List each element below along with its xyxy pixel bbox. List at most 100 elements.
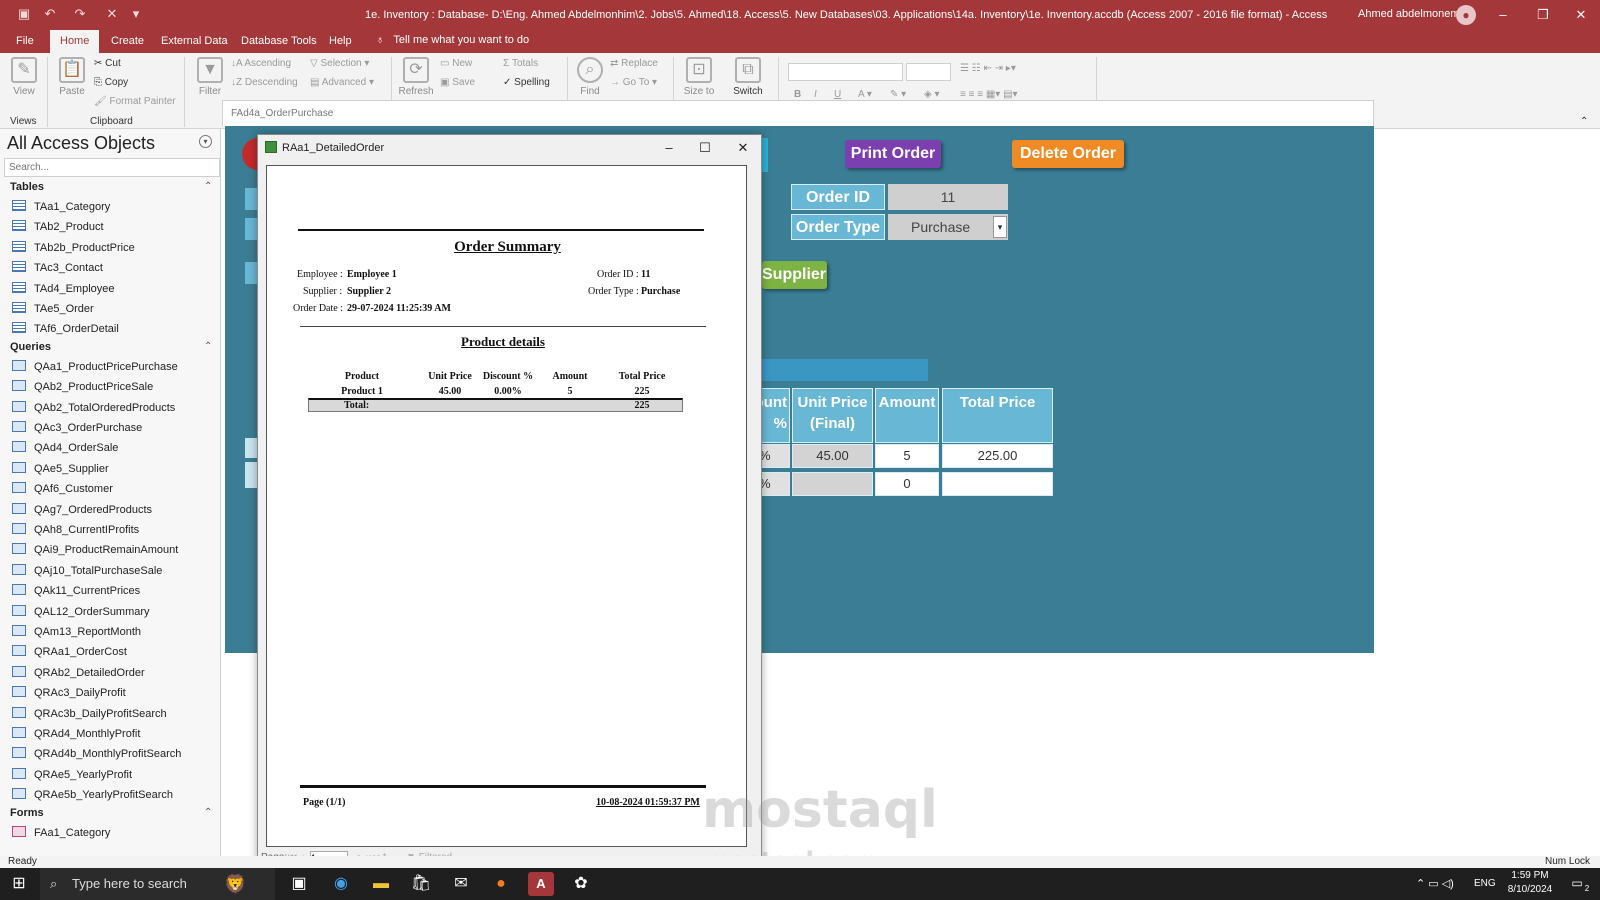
access-app-icon[interactable]: A [528,872,554,896]
delete-order-button[interactable]: Delete Order [1012,140,1124,168]
nav-item-query[interactable]: QAf6_Customer [12,482,113,500]
nav-section-form[interactable]: Forms [10,807,44,819]
clock-date[interactable]: 8/10/2024 [1500,884,1560,895]
minimize-button[interactable]: – [1488,5,1518,25]
nav-section-query[interactable]: Queries [10,341,51,353]
tab-help[interactable]: Help [319,30,362,53]
nav-item-table[interactable]: TAe5_Order [12,302,94,320]
tab-home[interactable]: Home [50,30,100,53]
nav-item-query[interactable]: QAe5_Supplier [12,461,109,480]
tab-external-data[interactable]: External Data [151,30,238,53]
nav-item-query[interactable]: QAk11_CurrentPrices [12,584,140,602]
row2-amount[interactable]: 0 [875,472,939,496]
row1-amount[interactable]: 5 [875,444,939,468]
clock-time[interactable]: 1:59 PM [1500,870,1560,881]
descending-button[interactable]: ↓Z Descending [231,77,298,88]
order-type-select[interactable]: Purchase [888,214,1008,240]
nav-item-query[interactable]: QRAd4b_MonthlyProfitSearch [12,747,181,765]
font-size-box[interactable] [906,63,951,81]
find-button[interactable]: ⌕ Find [568,57,612,97]
ascending-button[interactable]: ↓A Ascending [231,58,291,69]
italic-icon[interactable]: I [814,89,817,100]
nav-item-query[interactable]: QRAc3b_DailyProfitSearch [12,706,167,725]
nav-item-query[interactable]: QAj10_TotalPurchaseSale [12,563,162,582]
order-id-field[interactable]: 11 [888,184,1008,210]
mail-icon[interactable]: ✉ [448,872,474,896]
chevron-down-icon[interactable]: ▾ [993,216,1007,238]
tell-me-box[interactable]: ♁ Tell me what you want to do [376,34,529,46]
row1-unit-price[interactable]: 45.00 [792,444,873,468]
size-to-button[interactable]: ⊡ Size to [677,57,721,97]
nav-item-query[interactable]: QAm13_ReportMonth [12,625,141,643]
nav-item-query[interactable]: QRAe5_YearlyProfit [12,767,132,786]
bold-icon[interactable]: B [794,89,801,100]
selection-button[interactable]: ▽ Selection ▾ [310,58,369,69]
goto-button[interactable]: → Go To ▾ [610,77,657,88]
edge-icon[interactable]: ◉ [328,872,354,896]
replace-button[interactable]: ⇄ Replace [610,58,658,69]
supplier-button[interactable]: Supplier [762,261,827,289]
nav-item-query[interactable]: QRAc3_DailyProfit [12,686,126,704]
nav-item-query[interactable]: QAg7_OrderedProducts [12,502,152,521]
font-color-icon[interactable]: A ▾ [858,89,872,100]
switch-windows-button[interactable]: ⧉ Switch [726,57,770,97]
advanced-button[interactable]: ▤ Advanced ▾ [310,77,374,88]
tab-create[interactable]: Create [101,30,154,53]
nav-item-query[interactable]: QAb2_TotalOrderedProducts [12,400,175,419]
nav-item-query[interactable]: QRAd4_MonthlyProfit [12,727,140,745]
new-record-button[interactable]: ▭ New [440,58,472,69]
row1-total[interactable]: 225.00 [942,444,1053,468]
close-button[interactable]: ✕ [731,138,755,158]
bullets-icon[interactable]: ☰ ☷ ⇤ ⇥ ▸▾ [960,63,1016,74]
customize-qat-icon[interactable]: ▾ [128,6,144,22]
firefox-icon[interactable]: ● [488,872,514,896]
save-record-button[interactable]: ▣ Save [440,77,475,88]
filter-button[interactable]: ▼ Filter [188,57,232,97]
restore-button[interactable]: ❐ [1528,5,1558,25]
task-view-icon[interactable]: ▣ [286,872,312,896]
nav-item-query[interactable]: QRAe5b_YearlyProfitSearch [12,788,173,806]
fill-color-icon[interactable]: ◈ ▾ [924,89,940,100]
avatar[interactable]: ● [1456,5,1476,25]
nav-menu-icon[interactable]: ▾ [199,135,212,148]
save-icon[interactable]: ▣ [16,6,32,22]
file-explorer-icon[interactable]: ▬ [368,872,394,896]
collapse-section-icon[interactable]: ⌃ [204,807,212,818]
nav-item-table[interactable]: TAb2_Product [12,220,104,238]
collapse-section-icon[interactable]: ⌃ [204,181,212,192]
tab-database-tools[interactable]: Database Tools [231,30,327,53]
nav-item-query[interactable]: QRAa1_OrderCost [12,645,127,663]
close-x-icon[interactable]: ✕ [104,6,120,22]
form-window-title[interactable]: FAd4a_OrderPurchase [222,100,1374,126]
nav-item-query[interactable]: QAh8_CurrentIProfits [12,523,139,541]
refresh-button[interactable]: ⟳ Refresh [394,57,438,97]
nav-item-query[interactable]: QAb2_ProductPriceSale [12,380,153,398]
copy-button[interactable]: ⎘ Copy [94,77,128,88]
tab-file[interactable]: File [6,30,44,53]
maximize-button[interactable]: ☐ [693,138,717,158]
nav-item-table[interactable]: TAc3_Contact [12,261,103,279]
nav-item-query[interactable]: QAL12_OrderSummary [12,604,150,623]
nav-item-query[interactable]: QRAb2_DetailedOrder [12,665,145,684]
row2-unit-price[interactable] [792,472,873,496]
print-order-button[interactable]: Print Order [845,140,941,168]
tray-icons[interactable]: ⌃ ▭ ◁) [1416,877,1454,890]
highlight-icon[interactable]: ✎ ▾ [890,89,906,100]
paste-button[interactable]: 📋 Paste [50,57,94,97]
taskbar-search[interactable]: ⌕ Type here to search 🦁 [40,868,275,900]
nav-item-table[interactable]: TAd4_Employee [12,281,115,300]
totals-button[interactable]: Σ Totals [503,58,538,69]
user-name[interactable]: Ahmed abdelmonem [1358,8,1460,20]
app-icon[interactable]: ✿ [568,872,594,896]
nav-item-table[interactable]: TAa1_Category [12,200,110,218]
nav-item-query[interactable]: QAi9_ProductRemainAmount [12,543,178,561]
redo-icon[interactable]: ↷ [72,6,88,22]
font-name-box[interactable] [788,63,903,81]
windows-start-icon[interactable]: ⊞ [6,872,32,896]
nav-item-query[interactable]: QAa1_ProductPricePurchase [12,359,178,378]
align-icons[interactable]: ≡ ≡ ≡ ▦▾ ▤▾ [960,89,1018,100]
close-button[interactable]: ✕ [1566,5,1596,25]
undo-icon[interactable]: ↶ [42,6,58,22]
nav-section-table[interactable]: Tables [10,181,44,193]
language-indicator[interactable]: ENG [1474,878,1496,889]
